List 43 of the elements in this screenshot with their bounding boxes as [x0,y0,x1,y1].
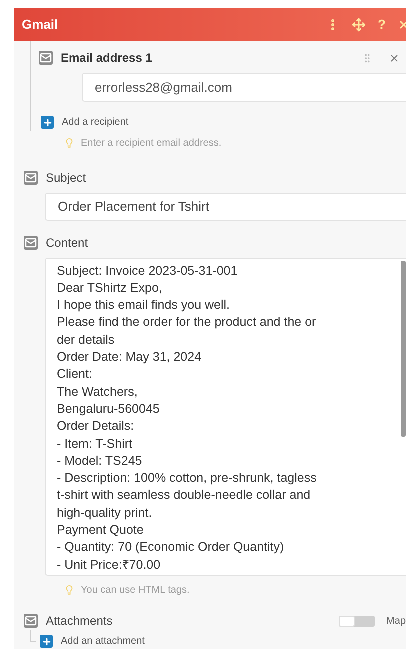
content-line: - Quantity: 70 (Economic Order Quantity) [57,539,286,556]
lightbulb-icon [64,585,75,596]
content-line: Bengaluru-560045 [57,400,161,418]
add-attachment-link[interactable]: Add an attachment [61,634,145,649]
map-toggle[interactable] [338,616,375,626]
content-line: I hope this email finds you well. [57,297,232,314]
content-line: - Description: 100% cotton, pre-shrunk, tagless [57,470,318,488]
subject-input-field[interactable]: Order Placement for Tshirt [45,193,406,221]
hint-text: Enter a recipient email address. [81,137,222,152]
field-label: Email address 1 [61,50,152,68]
content-line: - Unit Price:₹70.00 [57,556,162,574]
drag-handle-icon[interactable] [362,52,373,64]
envelope-icon [24,236,38,250]
hint-text: You can use HTML tags. [81,584,190,598]
content-line: Subject: Invoice 2023-05-31-001 [57,262,239,280]
lightbulb-icon [64,138,75,150]
envelope-icon [39,51,53,66]
content-line: der details [57,332,116,349]
email-input-field[interactable]: errorless28@gmail.com [82,73,406,102]
content-line: Client: [57,366,94,384]
remove-icon[interactable] [389,52,400,64]
content-line: The Watchers, [57,384,139,401]
scrollbar-thumb[interactable] [401,260,406,437]
window-title: Gmail [22,16,58,34]
field-label: Content [46,234,88,252]
content-line: Payment Quote [57,522,145,540]
toggle-label: Map [386,614,406,628]
envelope-icon [24,171,38,186]
plus-icon [41,116,54,130]
content-line: Dear TShirtz Expo, [57,280,164,297]
move-icon[interactable] [352,18,366,32]
content-line: high-quality print. [57,504,154,522]
field-label: Attachments [46,613,113,630]
content-line: Order Date: May 31, 2024 [57,349,203,366]
content-line: Please find the order for the product and the or [57,314,318,332]
content-line: Order Details: [57,418,136,436]
field-label: Subject [46,170,86,188]
content-line: t-shirt with seamless double-needle collar and [57,487,312,504]
envelope-icon [24,614,38,628]
content-line: - Model: TS245 [57,452,144,470]
content-line: - Item: T-Shirt [57,436,134,453]
add-recipient-link[interactable]: Add a recipient [62,115,129,130]
content-text-area[interactable] [45,258,406,576]
